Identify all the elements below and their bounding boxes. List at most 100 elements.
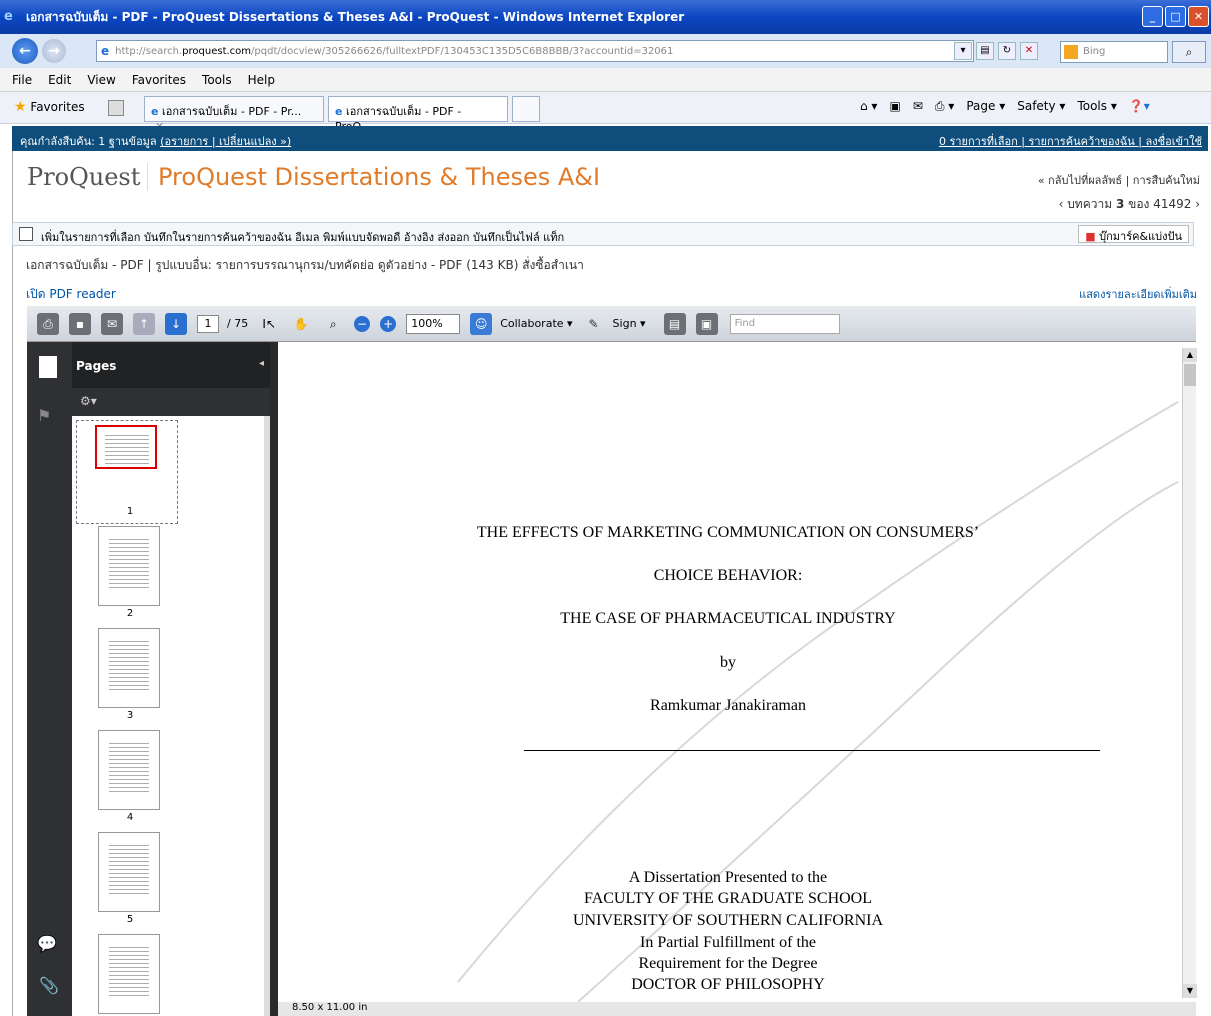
database-title: ProQuest Dissertations & Theses A&I <box>147 163 600 191</box>
scroll-thumb[interactable] <box>1184 364 1196 386</box>
favorites-button[interactable]: ★ Favorites <box>14 99 85 115</box>
sign-icon: ✎ <box>588 316 599 331</box>
compat-view-icon[interactable]: ▤ <box>976 42 994 60</box>
record-nav-suffix: ของ 41492 › <box>1124 197 1200 211</box>
search-input[interactable]: Bing <box>1060 41 1168 63</box>
refresh-icon[interactable]: ↻ <box>998 42 1016 60</box>
zoom-in-icon[interactable]: + <box>380 315 397 332</box>
pq-status-right[interactable]: 0 รายการที่เลือก | รายการค้นคว้าของฉัน |… <box>939 132 1202 150</box>
new-tab-button[interactable] <box>512 96 540 122</box>
quick-tabs-icon[interactable] <box>108 100 124 116</box>
print-icon[interactable]: ⎙ ▾ <box>935 99 954 114</box>
page-thumbnail[interactable] <box>98 730 160 810</box>
page-preview <box>109 947 149 997</box>
pdf-viewer: ⎙ ▪ ✉ ↑ ↓ 1 / 75 I↖ ✋ ⌕ − + 100% ☺ Colla… <box>27 306 1197 1016</box>
bookmarks-icon[interactable]: ⚑ <box>37 406 51 425</box>
menu-view[interactable]: View <box>87 73 115 87</box>
save-icon[interactable]: ▪ <box>69 312 91 335</box>
menu-tools[interactable]: Tools <box>202 73 232 87</box>
format-links[interactable]: เอกสารฉบับเต็ม - PDF | รูปแบบอื่น: รายกา… <box>26 256 584 275</box>
thumbnail-scrollbar[interactable] <box>264 416 270 1016</box>
collapse-icon[interactable]: ◂ <box>259 358 264 369</box>
doc-line: Requirement for the Degree <box>638 955 818 972</box>
select-checkbox[interactable] <box>19 227 33 241</box>
page-thumbnail[interactable] <box>98 628 160 708</box>
doc-line: UNIVERSITY OF SOUTHERN CALIFORNIA <box>572 912 884 929</box>
record-navigation[interactable]: ‹ บทความ 3 ของ 41492 › <box>1059 195 1200 214</box>
tab-1[interactable]: e เอกสารฉบับเต็ม - PDF - Pr... ✕ <box>144 96 324 133</box>
search-button[interactable]: ⌕ <box>1172 41 1206 63</box>
hand-tool-icon[interactable]: ✋ <box>290 313 312 335</box>
pq-status-bar: คุณกำลังสืบค้น: 1 ฐานข้อมูล (อรายการ | เ… <box>12 126 1208 151</box>
pdf-toolbar: ⎙ ▪ ✉ ↑ ↓ 1 / 75 I↖ ✋ ⌕ − + 100% ☺ Colla… <box>27 306 1196 342</box>
menu-help[interactable]: Help <box>248 73 275 87</box>
search-db-text: คุณกำลังสืบค้น: 1 ฐานข้อมูล <box>20 135 157 148</box>
email-icon[interactable]: ✉ <box>101 312 123 335</box>
menu-favorites[interactable]: Favorites <box>132 73 186 87</box>
record-nav-prefix: ‹ บทความ <box>1058 197 1116 211</box>
page-thumbnail[interactable] <box>98 832 160 912</box>
feeds-icon[interactable]: ▣ <box>889 99 900 114</box>
home-icon[interactable]: ⌂ ▾ <box>860 99 877 114</box>
find-input[interactable]: Find <box>729 313 840 334</box>
page-thumbnail[interactable] <box>98 526 160 606</box>
action-links[interactable]: เพิ่มในรายการที่เลือก บันทึกในรายการค้นค… <box>41 228 564 246</box>
marquee-zoom-icon[interactable]: ⌕ <box>322 313 344 335</box>
attachment-icon[interactable]: 📎 <box>39 976 59 995</box>
comments-icon[interactable]: 💬 <box>37 934 57 953</box>
fit-page-icon[interactable]: ▣ <box>695 312 718 335</box>
db-change-links[interactable]: (อรายการ | เปลี่ยนแปลง ») <box>160 135 291 148</box>
page-preview <box>105 435 149 465</box>
more-detail-link[interactable]: แสดงรายละเอียดเพิ่มเติม <box>1079 285 1197 303</box>
bookmark-share-button[interactable]: ■ บุ๊กมาร์ค&แบ่งปัน <box>1078 225 1189 243</box>
mail-icon[interactable]: ✉ <box>913 99 923 114</box>
back-button[interactable]: ← <box>12 38 38 64</box>
page-menu[interactable]: Page ▾ <box>966 99 1005 114</box>
gear-icon[interactable]: ⚙▾ <box>80 394 97 408</box>
maximize-button[interactable]: □ <box>1165 6 1186 27</box>
fit-width-icon[interactable]: ▤ <box>663 312 686 335</box>
scroll-up-icon[interactable]: ▲ <box>1183 348 1197 362</box>
open-pdf-reader-link[interactable]: เปิด PDF reader <box>26 285 116 304</box>
minimize-button[interactable]: _ <box>1142 6 1163 27</box>
prev-page-icon[interactable]: ↑ <box>133 312 155 335</box>
safety-menu[interactable]: Safety ▾ <box>1017 99 1065 114</box>
tab-ie-icon: e <box>335 105 343 118</box>
zoom-out-icon[interactable]: − <box>354 315 371 332</box>
document-scrollbar[interactable]: ▲ ▼ <box>1182 348 1197 998</box>
page-size: 8.50 x 11.00 in <box>292 1002 368 1013</box>
menu-edit[interactable]: Edit <box>48 73 71 87</box>
nav-icon-column: ⚑ 💬 📎 <box>27 342 72 1016</box>
help-icon[interactable]: ❓▾ <box>1129 99 1150 114</box>
zoom-select[interactable]: 100% <box>406 313 461 334</box>
tab-2[interactable]: e เอกสารฉบับเต็ม - PDF - ProQ... <box>328 96 508 133</box>
page-thumbnail[interactable] <box>98 934 160 1014</box>
url-path: /pqdt/docview/305266626/fulltextPDF/1304… <box>251 45 674 57</box>
scroll-down-icon[interactable]: ▼ <box>1183 984 1197 998</box>
proquest-logo[interactable]: ProQuest <box>27 163 140 191</box>
stop-icon[interactable]: ✕ <box>1020 42 1038 60</box>
select-tool-icon[interactable]: I↖ <box>258 313 280 335</box>
tab-1-label: เอกสารฉบับเต็ม - PDF - Pr... <box>161 105 302 118</box>
page-number-input[interactable]: 1 <box>197 314 219 333</box>
page-number: 5 <box>126 914 134 925</box>
url-field[interactable]: e http://search. proquest.com/pqdt/docvie… <box>96 40 974 62</box>
navigation-panel: ⚑ 💬 📎 Pages ◂ ⚙▾ 1 2 3 4 5 <box>27 342 270 1016</box>
print-icon[interactable]: ⎙ <box>37 312 59 335</box>
pages-icon[interactable] <box>39 356 57 378</box>
doc-by: by <box>720 654 736 671</box>
window-controls: _ □ ✕ <box>1142 6 1209 27</box>
sign-button[interactable]: Sign ▾ <box>613 317 646 330</box>
next-page-icon[interactable]: ↓ <box>165 312 187 335</box>
dropdown-icon[interactable]: ▾ <box>954 42 972 60</box>
page-icon: e <box>101 44 110 58</box>
close-button[interactable]: ✕ <box>1188 6 1209 27</box>
back-to-results-links[interactable]: « กลับไปที่ผลลัพธ์ | การสืบค้นใหม่ <box>1038 171 1200 189</box>
tools-menu[interactable]: Tools ▾ <box>1077 99 1116 114</box>
doc-title-line-2: CHOICE BEHAVIOR: <box>653 567 803 584</box>
divider-line <box>524 750 1100 751</box>
collaborate-button[interactable]: Collaborate ▾ <box>500 317 572 330</box>
url-prefix: http://search. <box>115 45 183 57</box>
forward-button[interactable]: → <box>42 39 66 63</box>
menu-file[interactable]: File <box>12 73 32 87</box>
